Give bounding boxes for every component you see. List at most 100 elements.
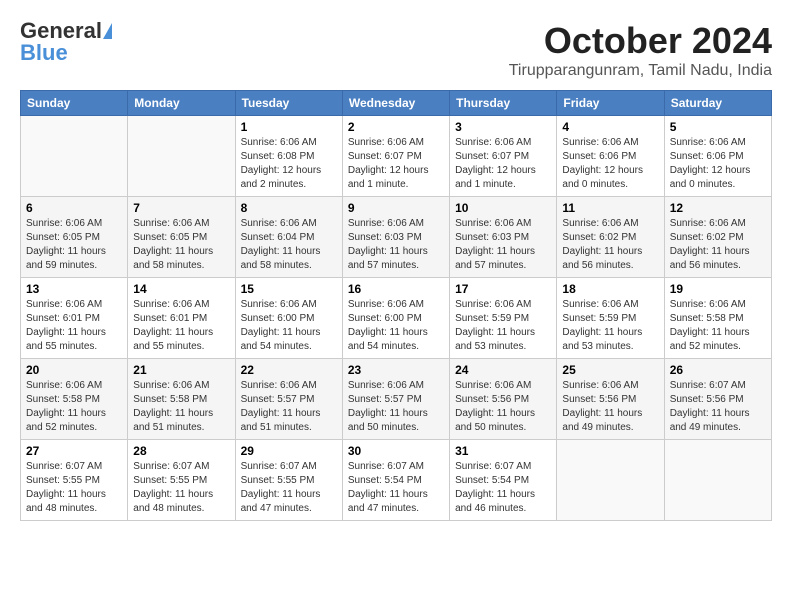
day-detail: Sunrise: 6:07 AM Sunset: 5:55 PM Dayligh… xyxy=(26,460,122,516)
day-detail: Sunrise: 6:06 AM Sunset: 5:59 PM Dayligh… xyxy=(562,298,658,354)
day-detail: Sunrise: 6:06 AM Sunset: 6:06 PM Dayligh… xyxy=(670,136,766,192)
day-detail: Sunrise: 6:06 AM Sunset: 6:04 PM Dayligh… xyxy=(241,217,337,273)
day-number: 28 xyxy=(133,444,229,458)
day-detail: Sunrise: 6:06 AM Sunset: 6:00 PM Dayligh… xyxy=(348,298,444,354)
day-number: 14 xyxy=(133,282,229,296)
day-detail: Sunrise: 6:07 AM Sunset: 5:55 PM Dayligh… xyxy=(133,460,229,516)
day-number: 11 xyxy=(562,201,658,215)
day-detail: Sunrise: 6:06 AM Sunset: 6:00 PM Dayligh… xyxy=(241,298,337,354)
day-number: 31 xyxy=(455,444,551,458)
day-number: 7 xyxy=(133,201,229,215)
calendar-day-cell: 16 Sunrise: 6:06 AM Sunset: 6:00 PM Dayli… xyxy=(342,278,449,359)
day-number: 26 xyxy=(670,363,766,377)
calendar-body: 1Sunrise: 6:06 AM Sunset: 6:08 PM Daylig… xyxy=(21,116,772,521)
calendar-day-cell: 2 Sunrise: 6:06 AM Sunset: 6:07 PM Daylig… xyxy=(342,116,449,197)
day-detail: Sunrise: 6:06 AM Sunset: 6:08 PM Dayligh… xyxy=(241,136,337,192)
logo-triangle-icon xyxy=(103,23,112,39)
calendar-day-cell: 20 Sunrise: 6:06 AM Sunset: 5:58 PM Dayli… xyxy=(21,359,128,440)
page-header: General Blue October 2024 Tirupparangunr… xyxy=(20,20,772,80)
calendar-day-cell: 10 Sunrise: 6:06 AM Sunset: 6:03 PM Dayli… xyxy=(450,197,557,278)
day-number: 16 xyxy=(348,282,444,296)
day-detail: Sunrise: 6:06 AM Sunset: 6:03 PM Dayligh… xyxy=(348,217,444,273)
day-number: 24 xyxy=(455,363,551,377)
calendar-day-cell: 19 Sunrise: 6:06 AM Sunset: 5:58 PM Dayli… xyxy=(664,278,771,359)
day-detail: Sunrise: 6:06 AM Sunset: 5:58 PM Dayligh… xyxy=(133,379,229,435)
day-detail: Sunrise: 6:06 AM Sunset: 6:01 PM Dayligh… xyxy=(133,298,229,354)
day-number: 2 xyxy=(348,120,444,134)
day-number: 21 xyxy=(133,363,229,377)
day-number: 4 xyxy=(562,120,658,134)
day-detail: Sunrise: 6:06 AM Sunset: 5:56 PM Dayligh… xyxy=(455,379,551,435)
day-number: 25 xyxy=(562,363,658,377)
day-number: 9 xyxy=(348,201,444,215)
logo-blue-text: Blue xyxy=(20,40,68,65)
calendar-day-cell: 28 Sunrise: 6:07 AM Sunset: 5:55 PM Dayli… xyxy=(128,440,235,521)
day-of-week-header: Wednesday xyxy=(342,91,449,116)
calendar-day-cell: 30Sunrise: 6:07 AM Sunset: 5:54 PM Dayli… xyxy=(342,440,449,521)
day-number: 12 xyxy=(670,201,766,215)
calendar-empty-cell xyxy=(128,116,235,197)
day-detail: Sunrise: 6:07 AM Sunset: 5:54 PM Dayligh… xyxy=(455,460,551,516)
day-detail: Sunrise: 6:06 AM Sunset: 6:05 PM Dayligh… xyxy=(26,217,122,273)
day-number: 30 xyxy=(348,444,444,458)
calendar-day-cell: 31 Sunrise: 6:07 AM Sunset: 5:54 PM Dayli… xyxy=(450,440,557,521)
day-number: 3 xyxy=(455,120,551,134)
day-detail: Sunrise: 6:07 AM Sunset: 5:56 PM Dayligh… xyxy=(670,379,766,435)
calendar-day-cell: 29 Sunrise: 6:07 AM Sunset: 5:55 PM Dayli… xyxy=(235,440,342,521)
day-detail: Sunrise: 6:06 AM Sunset: 5:57 PM Dayligh… xyxy=(348,379,444,435)
day-detail: Sunrise: 6:06 AM Sunset: 5:57 PM Dayligh… xyxy=(241,379,337,435)
calendar-day-cell: 13Sunrise: 6:06 AM Sunset: 6:01 PM Dayli… xyxy=(21,278,128,359)
calendar-day-cell: 9 Sunrise: 6:06 AM Sunset: 6:03 PM Daylig… xyxy=(342,197,449,278)
day-of-week-header: Sunday xyxy=(21,91,128,116)
day-number: 20 xyxy=(26,363,122,377)
calendar-day-cell: 24 Sunrise: 6:06 AM Sunset: 5:56 PM Dayli… xyxy=(450,359,557,440)
calendar-day-cell: 7 Sunrise: 6:06 AM Sunset: 6:05 PM Daylig… xyxy=(128,197,235,278)
calendar-day-cell: 15Sunrise: 6:06 AM Sunset: 6:00 PM Dayli… xyxy=(235,278,342,359)
calendar-day-cell: 17 Sunrise: 6:06 AM Sunset: 5:59 PM Dayli… xyxy=(450,278,557,359)
day-number: 6 xyxy=(26,201,122,215)
day-number: 23 xyxy=(348,363,444,377)
day-detail: Sunrise: 6:06 AM Sunset: 6:07 PM Dayligh… xyxy=(455,136,551,192)
calendar-table: SundayMondayTuesdayWednesdayThursdayFrid… xyxy=(20,90,772,521)
day-number: 8 xyxy=(241,201,337,215)
calendar-day-cell: 23 Sunrise: 6:06 AM Sunset: 5:57 PM Dayli… xyxy=(342,359,449,440)
calendar-day-cell: 8 Sunrise: 6:06 AM Sunset: 6:04 PM Daylig… xyxy=(235,197,342,278)
day-number: 27 xyxy=(26,444,122,458)
calendar-day-cell: 14 Sunrise: 6:06 AM Sunset: 6:01 PM Dayli… xyxy=(128,278,235,359)
calendar-day-cell: 25 Sunrise: 6:06 AM Sunset: 5:56 PM Dayli… xyxy=(557,359,664,440)
day-detail: Sunrise: 6:06 AM Sunset: 6:02 PM Dayligh… xyxy=(562,217,658,273)
day-detail: Sunrise: 6:06 AM Sunset: 5:59 PM Dayligh… xyxy=(455,298,551,354)
day-number: 29 xyxy=(241,444,337,458)
calendar-empty-cell xyxy=(664,440,771,521)
calendar-day-cell: 26 Sunrise: 6:07 AM Sunset: 5:56 PM Dayli… xyxy=(664,359,771,440)
day-number: 19 xyxy=(670,282,766,296)
calendar-week-row: 20 Sunrise: 6:06 AM Sunset: 5:58 PM Dayli… xyxy=(21,359,772,440)
day-number: 10 xyxy=(455,201,551,215)
calendar-day-cell: 21 Sunrise: 6:06 AM Sunset: 5:58 PM Dayli… xyxy=(128,359,235,440)
calendar-day-cell: 18 Sunrise: 6:06 AM Sunset: 5:59 PM Dayli… xyxy=(557,278,664,359)
day-detail: Sunrise: 6:06 AM Sunset: 5:58 PM Dayligh… xyxy=(670,298,766,354)
logo-general-text: General xyxy=(20,20,102,42)
day-detail: Sunrise: 6:06 AM Sunset: 5:58 PM Dayligh… xyxy=(26,379,122,435)
calendar-day-cell: 12Sunrise: 6:06 AM Sunset: 6:02 PM Dayli… xyxy=(664,197,771,278)
day-of-week-header: Tuesday xyxy=(235,91,342,116)
day-number: 17 xyxy=(455,282,551,296)
calendar-day-cell: 11 Sunrise: 6:06 AM Sunset: 6:02 PM Dayli… xyxy=(557,197,664,278)
calendar-day-cell: 5Sunrise: 6:06 AM Sunset: 6:06 PM Daylig… xyxy=(664,116,771,197)
day-detail: Sunrise: 6:06 AM Sunset: 6:05 PM Dayligh… xyxy=(133,217,229,273)
day-detail: Sunrise: 6:06 AM Sunset: 6:03 PM Dayligh… xyxy=(455,217,551,273)
calendar-week-row: 1Sunrise: 6:06 AM Sunset: 6:08 PM Daylig… xyxy=(21,116,772,197)
month-title: October 2024 xyxy=(509,20,772,62)
calendar-day-cell: 6 Sunrise: 6:06 AM Sunset: 6:05 PM Daylig… xyxy=(21,197,128,278)
calendar-week-row: 13Sunrise: 6:06 AM Sunset: 6:01 PM Dayli… xyxy=(21,278,772,359)
day-number: 18 xyxy=(562,282,658,296)
day-detail: Sunrise: 6:06 AM Sunset: 6:07 PM Dayligh… xyxy=(348,136,444,192)
day-detail: Sunrise: 6:07 AM Sunset: 5:55 PM Dayligh… xyxy=(241,460,337,516)
calendar-day-cell: 4Sunrise: 6:06 AM Sunset: 6:06 PM Daylig… xyxy=(557,116,664,197)
day-number: 22 xyxy=(241,363,337,377)
location-subtitle: Tirupparangunram, Tamil Nadu, India xyxy=(509,62,772,80)
day-of-week-header: Saturday xyxy=(664,91,771,116)
calendar-week-row: 27 Sunrise: 6:07 AM Sunset: 5:55 PM Dayli… xyxy=(21,440,772,521)
day-detail: Sunrise: 6:06 AM Sunset: 6:01 PM Dayligh… xyxy=(26,298,122,354)
day-detail: Sunrise: 6:06 AM Sunset: 5:56 PM Dayligh… xyxy=(562,379,658,435)
